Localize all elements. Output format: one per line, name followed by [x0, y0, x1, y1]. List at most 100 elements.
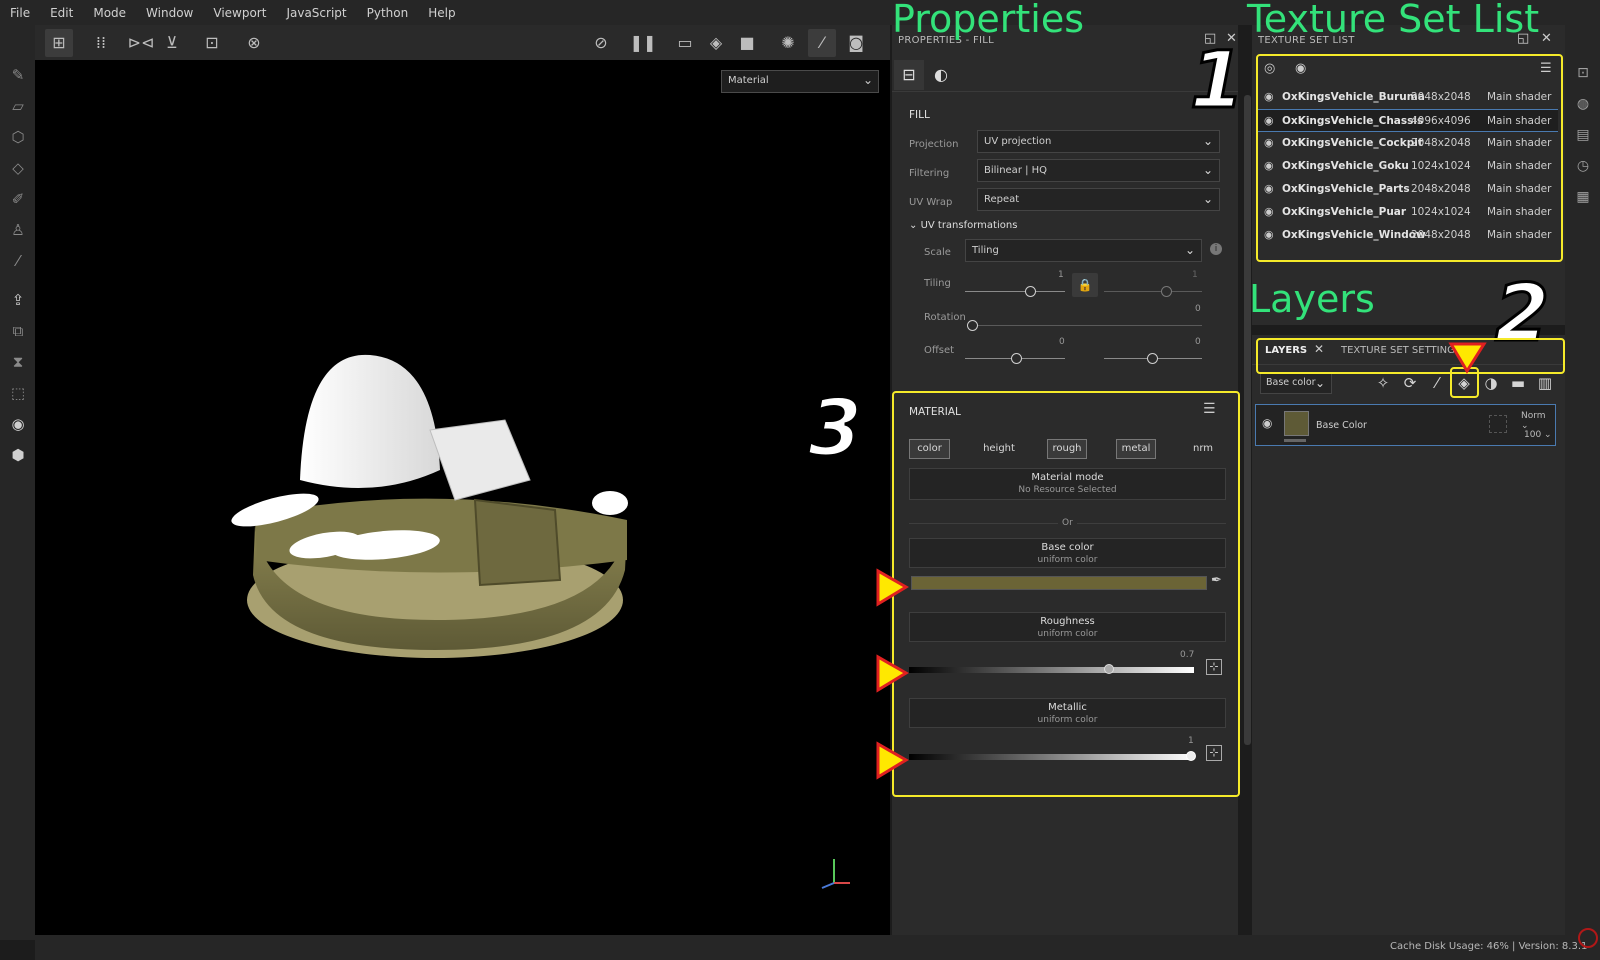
chevron-down-icon: ⌄: [1202, 163, 1213, 177]
menu-viewport[interactable]: Viewport: [203, 6, 276, 20]
tiling-slider-1-track[interactable]: [965, 291, 1065, 292]
paint-layer-icon[interactable]: ⁄: [1426, 372, 1448, 394]
blend-mode-value: Norm: [1521, 411, 1546, 421]
trash-icon[interactable]: ▥: [1534, 372, 1556, 394]
layer-thumbnail-bar: [1284, 439, 1306, 442]
grid-select-icon[interactable]: ⊞: [45, 29, 73, 57]
paint-brush-icon[interactable]: ✎: [8, 65, 28, 85]
disabled-tool-icon[interactable]: ⬚: [8, 383, 28, 403]
menu-python[interactable]: Python: [357, 6, 419, 20]
chevron-down-icon: ⌄: [1202, 192, 1213, 206]
rotation-slider-knob[interactable]: [967, 320, 978, 331]
layer-name: Base Color: [1316, 420, 1367, 431]
menu-mode[interactable]: Mode: [83, 6, 136, 20]
layer-opacity[interactable]: 100 ⌄: [1524, 430, 1552, 440]
layers-panel: LAYERS ✕ TEXTURE SET SETTING Base color …: [1252, 335, 1565, 935]
assets-icon[interactable]: ▤: [1573, 125, 1593, 145]
hide-overlay-icon[interactable]: ⊘: [587, 29, 615, 57]
scale-select[interactable]: Tiling ⌄: [965, 239, 1202, 262]
color-picker-icon[interactable]: ⁄: [8, 251, 28, 271]
fill-properties-tab-icon[interactable]: ⊟: [894, 60, 924, 90]
grid-dots-icon[interactable]: ⁞⁞: [87, 29, 115, 57]
tiling-slider-2-knob[interactable]: [1161, 286, 1172, 297]
status-bar: Cache Disk Usage: 46% | Version: 8.3.1: [35, 935, 1600, 960]
polygon-fill-icon[interactable]: ◇: [8, 158, 28, 178]
highlight-layers-toolbar: [1256, 338, 1565, 374]
notification-icon[interactable]: [1578, 928, 1598, 948]
layer-row[interactable]: ◉ Base Color Norm ⌄ 100 ⌄: [1255, 404, 1556, 446]
smart-mask-icon[interactable]: ⟳: [1399, 372, 1421, 394]
tiling-slider-1-knob[interactable]: [1025, 286, 1036, 297]
history-icon[interactable]: ⊗: [240, 29, 268, 57]
chevron-down-icon: ⌄: [909, 220, 921, 231]
scrollbar[interactable]: [1244, 95, 1251, 745]
bake-icon[interactable]: ⧉: [8, 321, 28, 341]
menu-javascript[interactable]: JavaScript: [276, 6, 356, 20]
menu-window[interactable]: Window: [136, 6, 203, 20]
offset-slider-1-knob[interactable]: [1011, 353, 1022, 364]
chevron-down-icon: ⌄: [1314, 376, 1325, 390]
blend-mode[interactable]: Norm ⌄: [1521, 411, 1555, 431]
mask-icon[interactable]: ◑: [1480, 372, 1502, 394]
display-settings-icon[interactable]: ⊡: [1573, 63, 1593, 83]
viewport-toolbar: ⊞ ⁞⁞ ⊳⊲ ⊻ ⊡ ⊗ ⊘ ❚❚ ▭ ◈ ■ ✺ ⁄ ◙: [35, 25, 890, 60]
tiling-label: Tiling: [924, 278, 951, 289]
tiling-slider-2-track[interactable]: [1104, 291, 1202, 292]
offset-slider-2-knob[interactable]: [1147, 353, 1158, 364]
uvwrap-label: UV Wrap: [909, 197, 953, 208]
layer-thumbnail: [1284, 411, 1309, 436]
channel-select[interactable]: Base color ⌄: [1260, 372, 1332, 394]
channel-select-value: Base color: [1266, 377, 1316, 388]
projection-value: UV projection: [984, 136, 1052, 147]
rotation-slider-track[interactable]: [972, 325, 1202, 326]
mirror-vertical-icon[interactable]: ⊻: [158, 29, 186, 57]
log-icon[interactable]: ▦: [1573, 187, 1593, 207]
uv-transformations-header[interactable]: ⌄ UV transformations: [909, 220, 1017, 231]
uvwrap-select[interactable]: Repeat ⌄: [977, 188, 1220, 211]
export-icon[interactable]: ⇪: [8, 290, 28, 310]
camera-icon[interactable]: ■: [733, 29, 761, 57]
menu-file[interactable]: File: [0, 6, 40, 20]
divider: [892, 91, 1238, 92]
hourglass-icon[interactable]: ⧗: [8, 352, 28, 372]
light-icon[interactable]: ✺: [774, 29, 802, 57]
mask-tab-icon[interactable]: ◐: [926, 60, 956, 90]
paint-mode-icon[interactable]: ⁄: [808, 29, 836, 57]
menu-edit[interactable]: Edit: [40, 6, 83, 20]
eraser-icon[interactable]: ▱: [8, 96, 28, 116]
pause-icon[interactable]: ❚❚: [629, 29, 657, 57]
info-icon[interactable]: i: [1210, 243, 1222, 255]
history-icon[interactable]: ◷: [1573, 156, 1593, 176]
vehicle-model: [231, 354, 628, 658]
rotation-label: Rotation: [924, 312, 966, 323]
smudge-icon[interactable]: ✐: [8, 189, 28, 209]
clone-stamp-icon[interactable]: ♙: [8, 220, 28, 240]
screenshot-icon[interactable]: ◙: [842, 29, 870, 57]
filtering-select[interactable]: Bilinear | HQ ⌄: [977, 159, 1220, 182]
chevron-down-icon: ⌄: [1184, 243, 1195, 257]
annotation-properties-title: Properties: [892, 0, 1085, 41]
lock-icon[interactable]: 🔒: [1072, 273, 1098, 297]
2d-view-icon[interactable]: ▭: [671, 29, 699, 57]
close-icon[interactable]: ✕: [1541, 31, 1552, 46]
add-frame-icon[interactable]: ⊡: [198, 29, 226, 57]
shader-settings-icon[interactable]: ◍: [1573, 94, 1593, 114]
mesh-icon[interactable]: ⬢: [8, 445, 28, 465]
annotation-number-1: 1: [1188, 36, 1245, 126]
projection-select[interactable]: UV projection ⌄: [977, 130, 1220, 153]
3d-cube-icon[interactable]: ◈: [702, 29, 730, 57]
mirror-icon[interactable]: ⊳⊲: [127, 29, 155, 57]
left-toolbar: ✎ ▱ ⬡ ◇ ✐ ♙ ⁄ ⇪ ⧉ ⧗ ⬚ ◉ ⬢: [0, 25, 35, 940]
magic-wand-icon[interactable]: ✧: [1372, 372, 1394, 394]
menu-help[interactable]: Help: [418, 6, 465, 20]
scale-label: Scale: [924, 247, 951, 258]
folder-icon[interactable]: ▬: [1507, 372, 1529, 394]
axis-gizmo-icon: [821, 859, 850, 889]
projection-icon[interactable]: ⬡: [8, 127, 28, 147]
viewport[interactable]: Material ⌄: [35, 60, 890, 935]
annotation-texture-set-list-title: Texture Set List: [1247, 0, 1540, 41]
camera-capture-icon[interactable]: ◉: [8, 414, 28, 434]
eye-icon[interactable]: ◉: [1262, 416, 1272, 430]
scale-value: Tiling: [972, 245, 999, 256]
offset-label: Offset: [924, 345, 955, 356]
